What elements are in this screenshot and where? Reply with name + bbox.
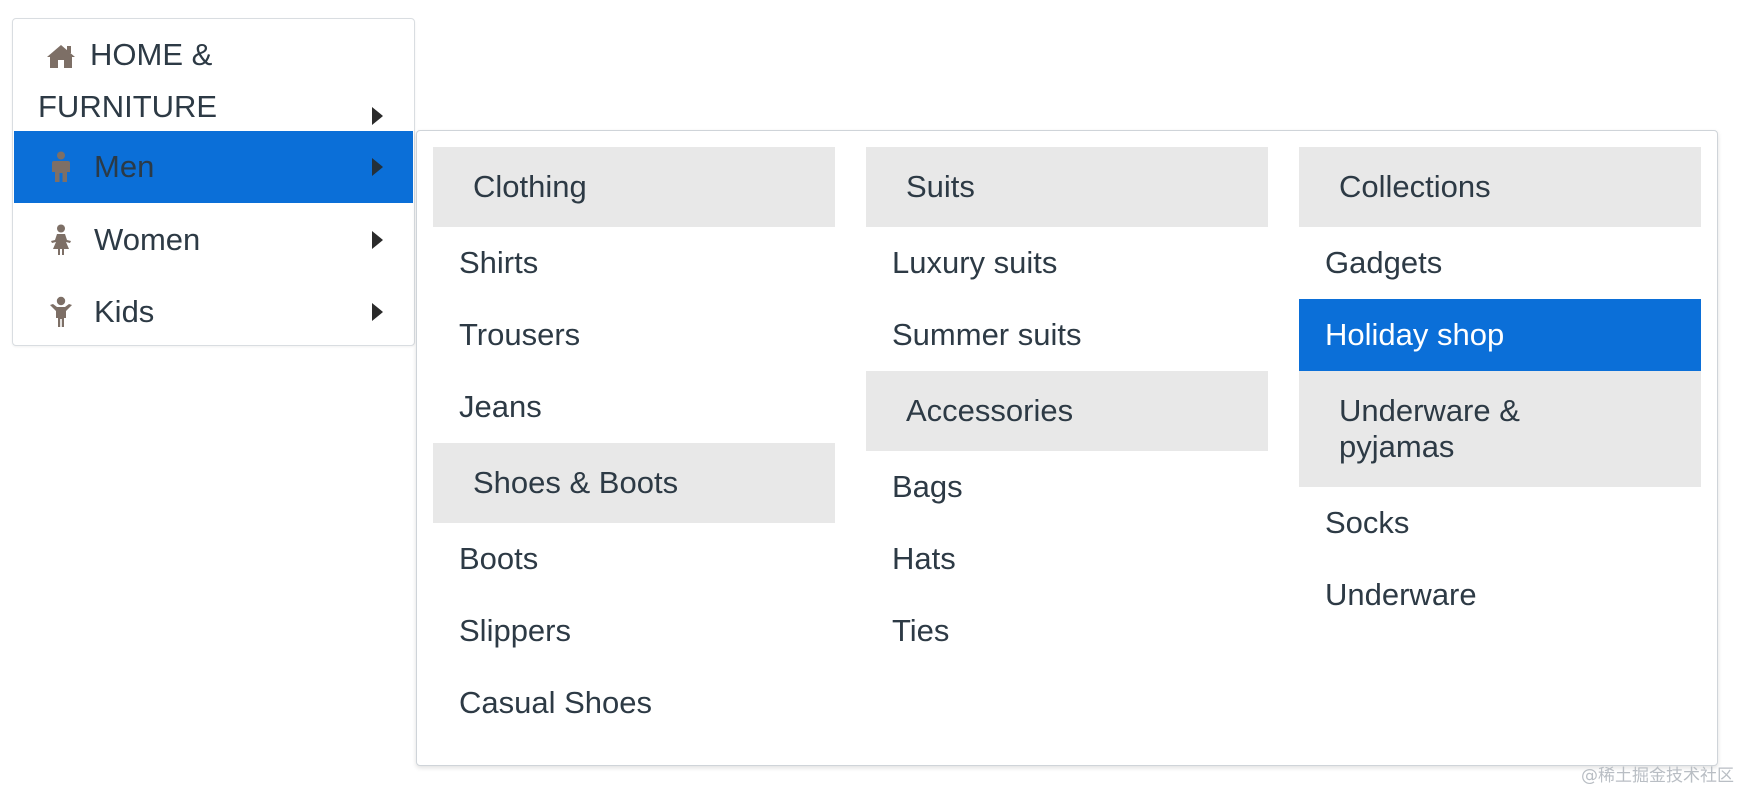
home-label-line1: HOME & xyxy=(90,37,213,72)
mega-column-3: Collections Gadgets Holiday shop Underwa… xyxy=(1299,147,1701,631)
group-heading-shoes-boots[interactable]: Shoes & Boots xyxy=(433,443,835,523)
side-item-men[interactable]: Men xyxy=(14,131,413,203)
group-heading-suits[interactable]: Suits xyxy=(866,147,1268,227)
caret-right-icon xyxy=(372,303,383,321)
menu-link-jeans[interactable]: Jeans xyxy=(433,371,835,443)
woman-icon xyxy=(44,224,78,256)
side-item-women[interactable]: Women xyxy=(14,205,413,275)
menu-link-casual-shoes[interactable]: Casual Shoes xyxy=(433,667,835,739)
man-icon xyxy=(44,151,78,183)
menu-link-underware[interactable]: Underware xyxy=(1299,559,1701,631)
caret-right-icon xyxy=(372,107,383,125)
group-heading-collections[interactable]: Collections xyxy=(1299,147,1701,227)
menu-link-socks[interactable]: Socks xyxy=(1299,487,1701,559)
caret-right-icon xyxy=(372,158,383,176)
menu-link-gadgets[interactable]: Gadgets xyxy=(1299,227,1701,299)
side-item-kids[interactable]: Kids xyxy=(14,277,413,347)
side-item-men-label: Men xyxy=(94,149,155,184)
child-icon xyxy=(44,296,78,328)
mega-dropdown-panel: Clothing Shirts Trousers Jeans Shoes & B… xyxy=(416,130,1718,766)
group-heading-clothing[interactable]: Clothing xyxy=(433,147,835,227)
menu-link-boots[interactable]: Boots xyxy=(433,523,835,595)
menu-link-ties[interactable]: Ties xyxy=(866,595,1268,667)
caret-right-icon xyxy=(372,231,383,249)
side-item-kids-label: Kids xyxy=(94,294,155,329)
group-heading-underware-pyjamas[interactable]: Underware & pyjamas xyxy=(1299,371,1701,487)
menu-link-summer-suits[interactable]: Summer suits xyxy=(866,299,1268,371)
menu-link-trousers[interactable]: Trousers xyxy=(433,299,835,371)
home-label-line2: FURNITURE xyxy=(38,89,218,124)
group-heading-accessories[interactable]: Accessories xyxy=(866,371,1268,451)
menu-link-shirts[interactable]: Shirts xyxy=(433,227,835,299)
menu-link-bags[interactable]: Bags xyxy=(866,451,1268,523)
side-item-women-label: Women xyxy=(94,222,201,257)
menu-link-slippers[interactable]: Slippers xyxy=(433,595,835,667)
mega-column-2: Suits Luxury suits Summer suits Accessor… xyxy=(866,147,1268,667)
mega-column-1: Clothing Shirts Trousers Jeans Shoes & B… xyxy=(433,147,835,739)
menu-link-hats[interactable]: Hats xyxy=(866,523,1268,595)
category-side-menu: HOME & FURNITURE Men Women Kids xyxy=(12,18,415,346)
home-icon xyxy=(44,43,78,69)
side-item-home-label: HOME & xyxy=(90,37,212,73)
menu-link-holiday-shop[interactable]: Holiday shop xyxy=(1299,299,1701,371)
watermark: @稀土掘金技术社区 xyxy=(1581,766,1734,786)
menu-link-luxury-suits[interactable]: Luxury suits xyxy=(866,227,1268,299)
